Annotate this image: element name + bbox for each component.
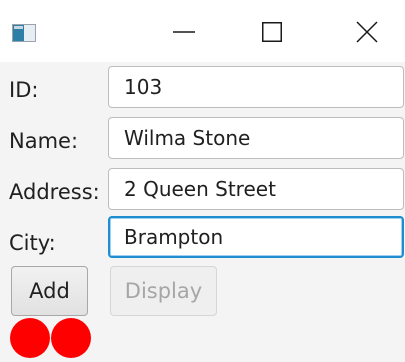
add-button[interactable]: Add	[11, 266, 88, 316]
app-window-icon[interactable]	[12, 24, 36, 42]
red-dot-indicator	[51, 318, 91, 358]
close-icon	[356, 21, 378, 43]
red-dot-indicator	[10, 318, 50, 358]
name-label: Name:	[9, 129, 79, 153]
title-bar	[0, 0, 405, 62]
id-field[interactable]: 103	[108, 66, 404, 108]
maximize-button[interactable]	[244, 12, 300, 52]
address-field[interactable]: 2 Queen Street	[108, 168, 404, 210]
minimize-button[interactable]	[156, 12, 212, 52]
city-label: City:	[9, 231, 56, 255]
display-button[interactable]: Display	[110, 266, 217, 316]
minimize-icon	[173, 31, 195, 33]
city-field[interactable]: Brampton	[108, 216, 404, 258]
maximize-icon	[262, 22, 282, 42]
id-label: ID:	[9, 78, 39, 102]
app-window: ID: 103 Name: Wilma Stone Address: 2 Que…	[0, 0, 405, 362]
name-field[interactable]: Wilma Stone	[108, 117, 404, 159]
close-button[interactable]	[339, 12, 395, 52]
address-label: Address:	[9, 180, 100, 204]
